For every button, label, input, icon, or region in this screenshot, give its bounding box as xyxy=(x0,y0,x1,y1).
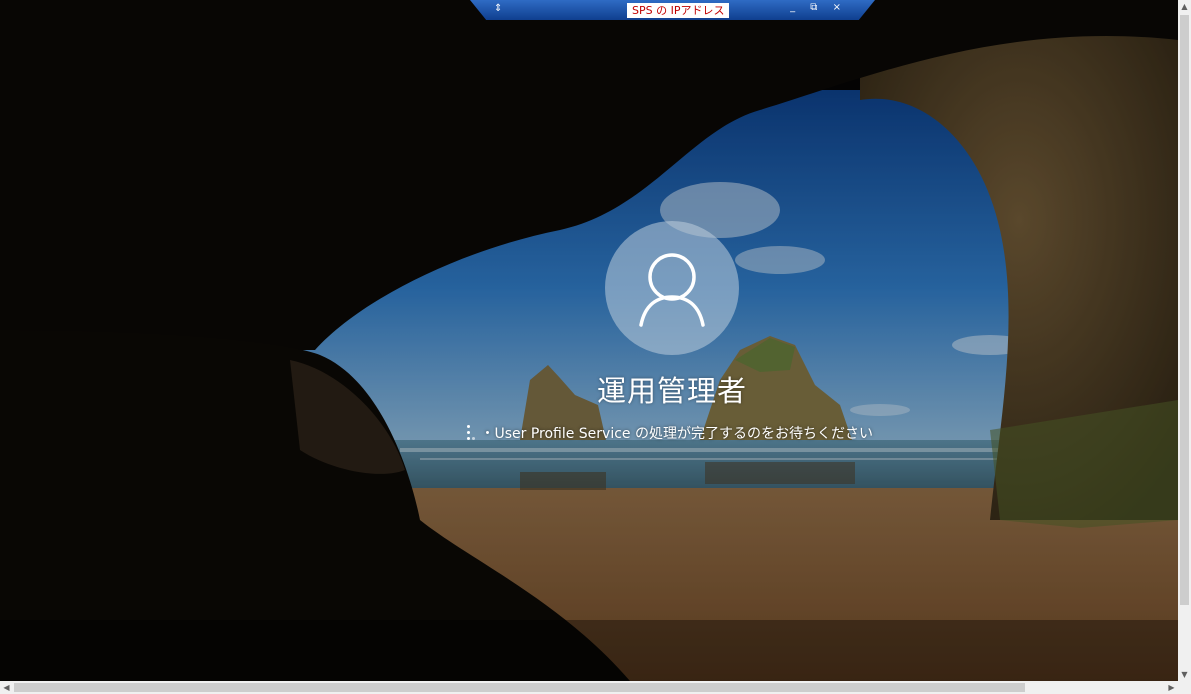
scroll-down-arrow-icon[interactable]: ▼ xyxy=(1178,668,1191,681)
scrollbar-corner xyxy=(1178,681,1191,694)
loading-spinner-icon xyxy=(462,424,476,442)
user-avatar xyxy=(605,221,739,355)
horizontal-scroll-thumb[interactable] xyxy=(14,683,1025,692)
sign-in-panel: 運用管理者 ・User Profile Service の処理が完了するのをお待… xyxy=(0,0,1178,681)
scroll-left-arrow-icon[interactable]: ◀ xyxy=(0,681,13,694)
user-icon xyxy=(639,253,705,327)
username: 運用管理者 xyxy=(596,374,747,408)
scroll-right-arrow-icon[interactable]: ▶ xyxy=(1165,681,1178,694)
scroll-up-arrow-icon[interactable]: ▲ xyxy=(1178,0,1191,13)
status-message: ・User Profile Service の処理が完了するのをお待ちください xyxy=(462,423,873,443)
status-text: ・User Profile Service の処理が完了するのをお待ちください xyxy=(480,426,873,442)
vertical-scrollbar[interactable]: ▲ ▼ xyxy=(1178,0,1191,681)
horizontal-scrollbar[interactable]: ◀ ▶ xyxy=(0,681,1178,694)
vertical-scroll-thumb[interactable] xyxy=(1180,15,1189,605)
remote-desktop-screen: ⇕ SPS の IPアドレス _ ⧉ × 運用管理者 ・User Profile… xyxy=(0,0,1178,681)
